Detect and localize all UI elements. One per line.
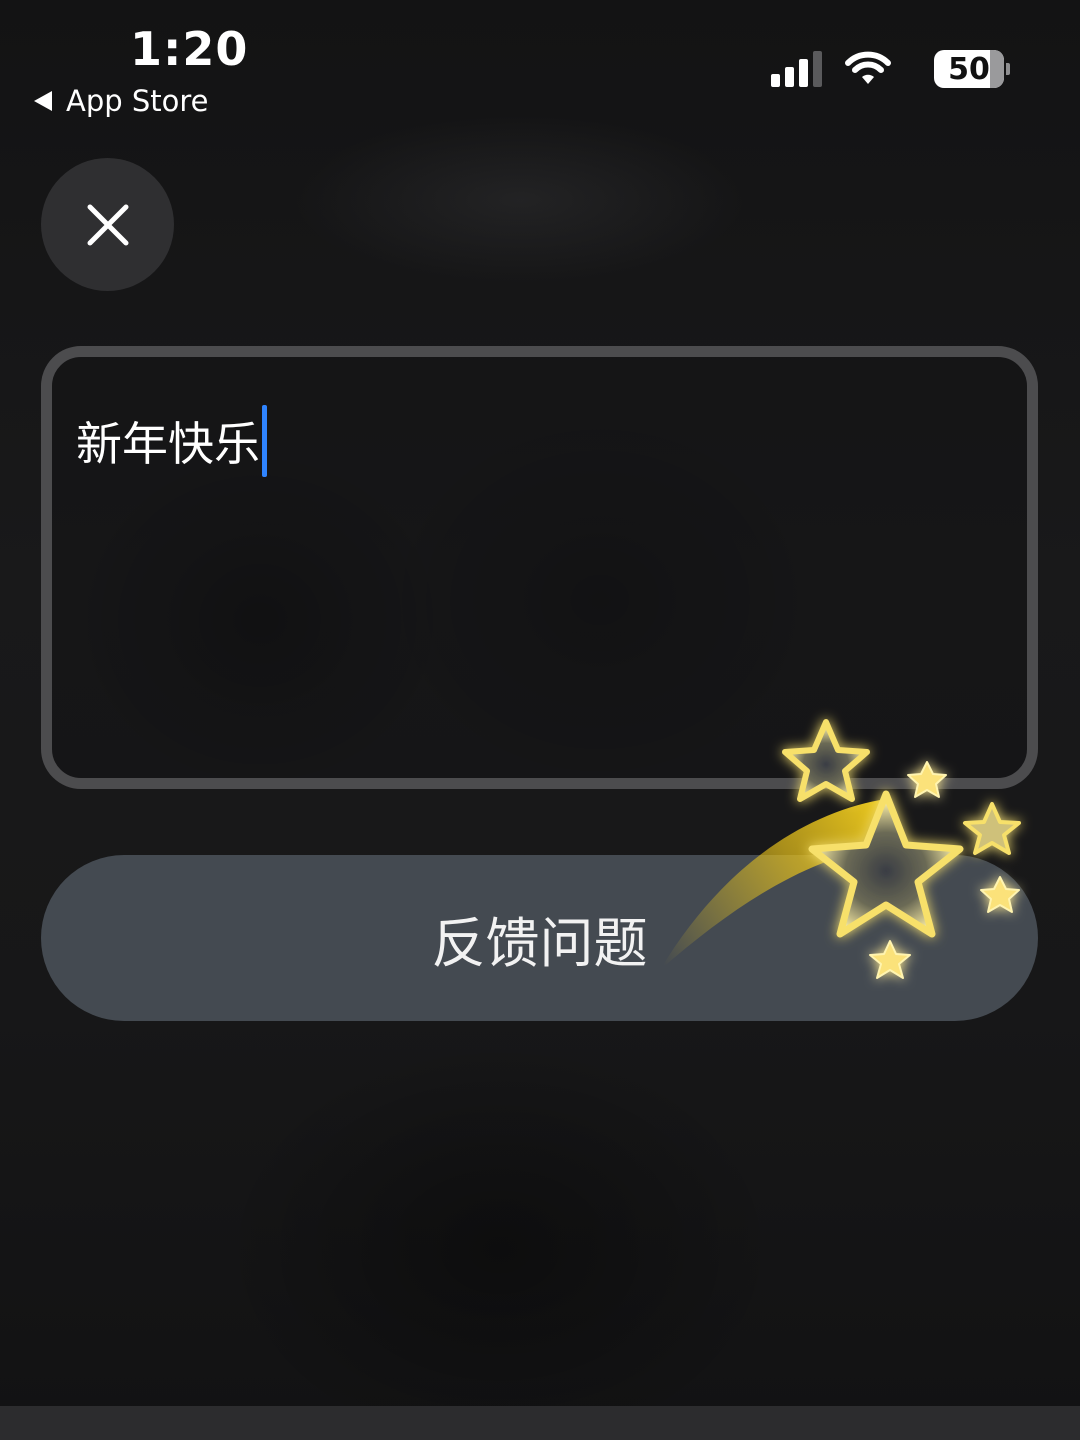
feedback-button-label: 反馈问题 — [431, 911, 648, 975]
feedback-text: 新年快乐 — [76, 417, 260, 471]
back-to-app-store-link[interactable]: App Store — [34, 84, 209, 118]
star-icon — [963, 802, 1021, 855]
back-arrow-icon — [34, 91, 52, 111]
cellular-signal-icon — [771, 51, 822, 87]
close-button[interactable] — [41, 158, 174, 291]
close-icon — [87, 204, 128, 245]
battery-indicator: 50 — [934, 50, 1004, 88]
back-app-label: App Store — [66, 84, 209, 118]
feedback-button[interactable]: 反馈问题 — [41, 855, 1038, 1021]
status-time: 1:20 — [130, 22, 249, 76]
bottom-bar — [0, 1406, 1080, 1440]
feedback-text-value: 新年快乐 — [76, 405, 267, 477]
wifi-icon — [845, 51, 891, 84]
status-indicators: 50 — [771, 50, 1010, 88]
battery-level-text: 50 — [948, 51, 990, 87]
screen: 1:20 App Store 50 新年快乐 反馈问题 — [0, 0, 1080, 1440]
battery-tip — [1006, 63, 1010, 75]
text-cursor — [262, 405, 267, 477]
feedback-text-area[interactable]: 新年快乐 — [41, 346, 1038, 789]
